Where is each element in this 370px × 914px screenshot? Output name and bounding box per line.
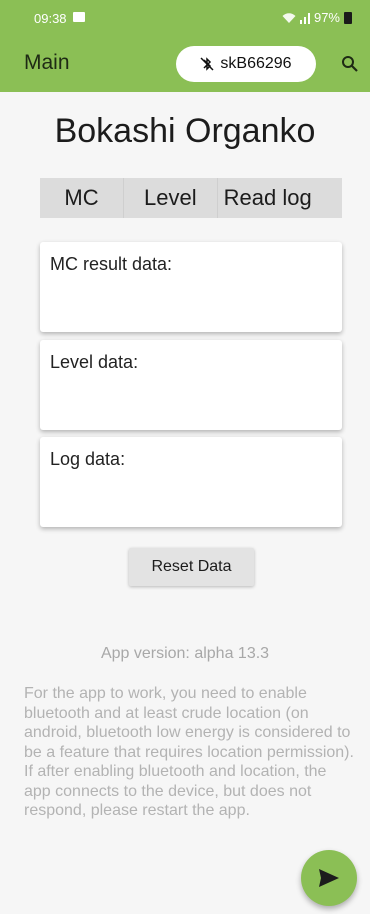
level-data-label: Level data:: [50, 352, 139, 372]
status-right: 97%: [282, 10, 352, 25]
screen: 09:38 97% Main skB66296 Bokashi Organko …: [0, 0, 370, 914]
device-chip[interactable]: skB66296: [176, 46, 316, 82]
send-icon: [319, 869, 339, 887]
app-bar: Main skB66296: [0, 36, 370, 92]
mc-result-label: MC result data:: [50, 254, 173, 274]
tab-mc[interactable]: MC: [40, 178, 125, 218]
battery-icon: [344, 11, 352, 24]
tab-bar: MC Level Read log: [40, 178, 342, 218]
wifi-icon: [282, 12, 296, 23]
reset-data-button[interactable]: Reset Data: [129, 548, 254, 586]
log-data-card: Log data:: [40, 437, 342, 527]
device-chip-label: skB66296: [220, 55, 292, 72]
send-button[interactable]: [301, 850, 357, 906]
mc-result-card: MC result data:: [40, 242, 342, 332]
status-bar: 09:38 97%: [0, 0, 370, 36]
search-icon[interactable]: [340, 54, 360, 74]
tab-read-log[interactable]: Read log: [218, 178, 342, 218]
battery-percent: 97%: [313, 10, 340, 25]
page-title: Bokashi Organko: [54, 112, 316, 150]
signal-icon: [299, 12, 310, 24]
log-data-label: Log data:: [50, 449, 126, 469]
app-title: Main: [24, 51, 70, 74]
app-version: App version: alpha 13.3: [100, 645, 270, 662]
help-text: For the app to work, you need to enable …: [24, 685, 354, 819]
image-icon: [73, 12, 85, 22]
level-data-card: Level data:: [40, 340, 342, 430]
tab-level[interactable]: Level: [124, 178, 218, 218]
bluetooth-disabled-icon: [200, 56, 214, 72]
status-time: 09:38: [34, 11, 67, 26]
